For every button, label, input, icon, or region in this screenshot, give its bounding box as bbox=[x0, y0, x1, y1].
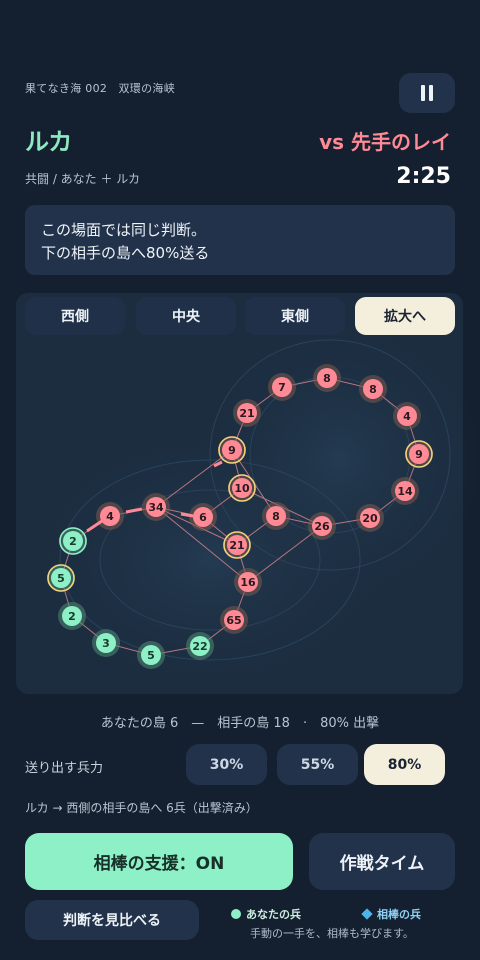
compare-decisions-button[interactable]: 判断を見比べる bbox=[25, 900, 199, 940]
enemy-island-e20[interactable]: 20 bbox=[356, 504, 384, 532]
legend-note: 手動の一手を、相棒も学びます。 bbox=[250, 927, 414, 940]
island-troop-count: 8 bbox=[323, 372, 331, 385]
send-55-button[interactable]: 55% bbox=[277, 744, 358, 785]
island-troop-count: 5 bbox=[147, 649, 155, 662]
island-troop-count: 3 bbox=[102, 637, 110, 650]
legend-mine-label: あなたの兵 bbox=[246, 908, 301, 921]
island-troop-count: 16 bbox=[240, 576, 256, 589]
legend-ally-label: 相棒の兵 bbox=[377, 908, 421, 921]
send-80-button[interactable]: 80% bbox=[364, 744, 445, 785]
enemy-island-e8b[interactable]: 8 bbox=[359, 375, 387, 403]
island-troop-count: 20 bbox=[362, 512, 378, 525]
enemy-island-e8c[interactable]: 8 bbox=[262, 502, 290, 530]
island-troop-count: 9 bbox=[415, 448, 423, 461]
island-troop-count: 8 bbox=[272, 510, 280, 523]
island-troop-count: 8 bbox=[369, 383, 377, 396]
island-troop-count: 22 bbox=[192, 640, 207, 653]
enemy-island-e65[interactable]: 65 bbox=[220, 606, 248, 634]
tab-east[interactable]: 東側 bbox=[245, 297, 345, 335]
island-troop-count: 10 bbox=[234, 482, 250, 495]
island-troop-count: 34 bbox=[148, 501, 164, 514]
tab-center[interactable]: 中央 bbox=[136, 297, 236, 335]
my-island-m2b[interactable]: 2 bbox=[58, 602, 86, 630]
enemy-island-e14[interactable]: 14 bbox=[391, 477, 419, 505]
mine-dot-icon bbox=[231, 909, 241, 919]
enemy-island-e9a[interactable]: 9 bbox=[218, 436, 246, 464]
my-island-m22[interactable]: 22 bbox=[186, 632, 214, 660]
island-troop-count: 5 bbox=[57, 572, 65, 585]
island-troop-count: 2 bbox=[68, 610, 76, 623]
legend-ally: 相棒の兵 bbox=[361, 906, 421, 922]
island-troop-count: 2 bbox=[69, 535, 77, 548]
island-troop-count: 21 bbox=[239, 407, 254, 420]
island-troop-count: 21 bbox=[229, 539, 244, 552]
enemy-island-e16[interactable]: 16 bbox=[234, 568, 262, 596]
enemy-island-e21a[interactable]: 21 bbox=[233, 399, 261, 427]
send-30-button[interactable]: 30% bbox=[186, 744, 267, 785]
enemy-island-e8a[interactable]: 8 bbox=[313, 364, 341, 392]
enemy-island-e21b[interactable]: 21 bbox=[223, 531, 251, 559]
strategy-time-button[interactable]: 作戦タイム bbox=[309, 833, 455, 890]
ally-status: ルカ → 西側の相手の島へ 6兵（出撃済み） bbox=[25, 801, 258, 815]
island-troop-count: 6 bbox=[199, 511, 207, 524]
enemy-island-e10[interactable]: 10 bbox=[228, 474, 256, 502]
island-map[interactable]: 7 8 8 21 4 9 9 10 14 4 34 6 8 26 20 21 16 65 2 5 2 3 5 22 bbox=[0, 0, 480, 700]
enemy-island-e4b[interactable]: 4 bbox=[96, 502, 124, 530]
enemy-island-e4a[interactable]: 4 bbox=[393, 402, 421, 430]
partner-assist-toggle[interactable]: 相棒の支援：ON bbox=[25, 833, 293, 890]
enemy-island-e7[interactable]: 7 bbox=[268, 373, 296, 401]
tab-west[interactable]: 西側 bbox=[25, 297, 125, 335]
island-troop-count: 14 bbox=[397, 485, 413, 498]
my-island-m2a[interactable]: 2 bbox=[59, 527, 87, 555]
island-troop-count: 26 bbox=[314, 520, 330, 533]
island-troop-count: 9 bbox=[228, 444, 236, 457]
enemy-island-e6[interactable]: 6 bbox=[189, 503, 217, 531]
legend-mine: あなたの兵 bbox=[231, 906, 301, 922]
island-troop-count: 4 bbox=[403, 410, 411, 423]
enemy-island-e9b[interactable]: 9 bbox=[405, 440, 433, 468]
island-troop-count: 65 bbox=[226, 614, 241, 627]
island-troop-count: 7 bbox=[278, 381, 286, 394]
my-island-m5b[interactable]: 5 bbox=[137, 641, 165, 669]
fleet-icon bbox=[180, 512, 194, 518]
enemy-island-e26[interactable]: 26 bbox=[308, 512, 336, 540]
tab-zoom[interactable]: 拡大へ bbox=[355, 297, 455, 335]
ally-diamond-icon bbox=[361, 908, 373, 920]
island-troop-count: 4 bbox=[106, 510, 114, 523]
my-island-m5a[interactable]: 5 bbox=[47, 564, 75, 592]
enemy-island-e34[interactable]: 34 bbox=[142, 493, 170, 521]
send-ratio-label: 送り出す兵力 bbox=[25, 761, 104, 776]
island-summary: あなたの島 6 — 相手の島 18 · 80% 出撃 bbox=[100, 716, 380, 731]
my-island-m3[interactable]: 3 bbox=[92, 629, 120, 657]
